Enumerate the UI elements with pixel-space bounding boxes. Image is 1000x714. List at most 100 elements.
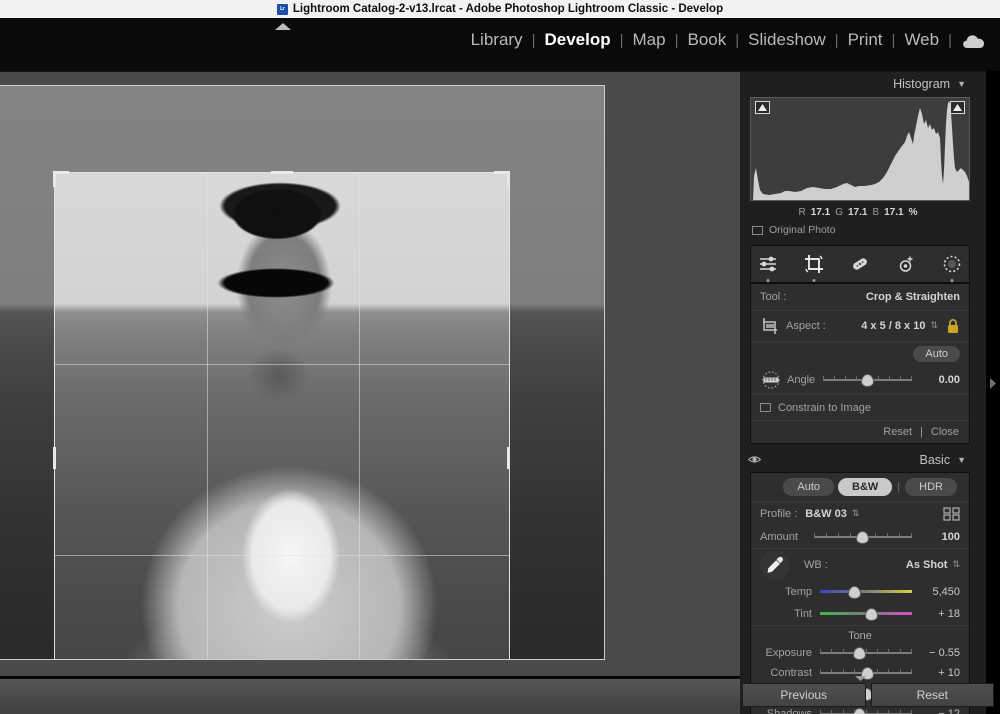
tint-slider-knob[interactable]	[865, 608, 879, 621]
window-title: Lightroom Catalog-2-v13.lrcat - Adobe Ph…	[292, 3, 724, 15]
angle-label: Angle	[787, 374, 816, 386]
histogram-graph[interactable]	[750, 97, 970, 201]
image-canvas-area[interactable]	[0, 71, 740, 676]
exposure-slider[interactable]	[820, 647, 912, 660]
temp-slider-knob[interactable]	[847, 586, 861, 599]
masking-icon[interactable]	[941, 253, 963, 282]
lightroom-app-icon: Lr	[276, 3, 288, 15]
aspect-label: Aspect :	[786, 320, 826, 332]
previous-button[interactable]: Previous	[742, 683, 866, 707]
chevron-down-icon[interactable]: ▼	[957, 79, 966, 89]
mode-auto-button[interactable]: Auto	[783, 478, 835, 496]
tool-value[interactable]: Crop & Straighten	[866, 291, 960, 303]
exposure-value: − 0.55	[929, 647, 960, 659]
reset-button[interactable]: Reset	[870, 683, 994, 707]
tool-strip	[750, 245, 970, 283]
crop-handle-right-middle[interactable]	[507, 447, 510, 469]
tint-slider[interactable]	[820, 608, 912, 621]
angle-value: 0.00	[938, 374, 960, 386]
profile-stepper-icon[interactable]: ⇅	[852, 509, 860, 518]
healing-brush-icon[interactable]	[849, 253, 871, 275]
aspect-stepper-icon[interactable]: ⇅	[930, 321, 938, 330]
contrast-slider[interactable]	[820, 667, 912, 680]
shadow-clipping-triangle[interactable]	[755, 101, 770, 114]
crop-handle-left-middle[interactable]	[53, 447, 56, 469]
crop-reset-button[interactable]: Reset	[883, 426, 912, 438]
rgb-b-label: B	[872, 206, 880, 218]
constrain-row[interactable]: Constrain to Image	[751, 395, 969, 420]
rgb-unit: %	[908, 206, 918, 218]
amount-row: Amount 100	[751, 526, 969, 548]
crop-close-button[interactable]: Close	[931, 426, 959, 438]
temp-label: Temp	[785, 586, 812, 598]
right-panel: Histogram ▼ R 17.1 G 17.1 B 17.1 % Origi…	[740, 71, 1000, 714]
rgb-b-value: 17.1	[884, 206, 904, 218]
shadows-value: − 12	[938, 708, 960, 714]
module-slideshow[interactable]: Slideshow	[739, 30, 835, 50]
angle-slider-knob[interactable]	[861, 374, 875, 387]
lock-closed-icon[interactable]	[946, 318, 960, 334]
original-photo-checkbox[interactable]	[752, 225, 763, 235]
crop-handle-top-left[interactable]	[53, 171, 56, 187]
basic-panel-title: Basic	[919, 453, 951, 467]
mode-hdr-button[interactable]: HDR	[905, 478, 957, 496]
shadows-slider[interactable]	[820, 708, 912, 714]
straighten-ruler-icon[interactable]	[760, 371, 782, 389]
profile-label: Profile :	[760, 508, 798, 520]
tool-active-dot	[812, 279, 816, 282]
exposure-slider-knob[interactable]	[853, 647, 867, 660]
rgb-r-label: R	[798, 206, 806, 218]
aspect-value[interactable]: 4 x 5 / 8 x 10	[861, 320, 925, 332]
crop-frame-icon[interactable]	[760, 317, 780, 335]
mode-bw-button[interactable]: B&W	[838, 478, 893, 496]
panel-visibility-eye-icon[interactable]	[747, 454, 762, 465]
exposure-row: Exposure − 0.55	[751, 643, 969, 663]
basic-panel-header[interactable]: Basic ▼	[742, 448, 974, 472]
shadows-label: Shadows	[766, 708, 812, 714]
edit-sliders-icon[interactable]	[757, 253, 779, 282]
angle-row: Angle 0.00	[751, 366, 969, 394]
shadows-slider-ticks	[820, 710, 912, 714]
crop-handle-top-center[interactable]	[271, 171, 293, 174]
auto-row: Auto	[751, 342, 969, 366]
bottom-toolbar[interactable]	[0, 677, 740, 714]
amount-slider-knob[interactable]	[855, 531, 869, 544]
angle-slider[interactable]	[823, 374, 912, 387]
histogram-title: Histogram	[893, 77, 951, 91]
tool-row: Tool : Crop & Straighten	[751, 284, 969, 310]
white-balance-eyedropper-icon[interactable]	[760, 550, 790, 580]
original-photo-toggle[interactable]: Original Photo	[752, 224, 966, 236]
profile-grid-icon[interactable]	[943, 507, 960, 521]
module-library[interactable]: Library	[462, 30, 532, 50]
title-bar: Lr Lightroom Catalog-2-v13.lrcat - Adobe…	[0, 0, 1000, 18]
auto-straighten-button[interactable]: Auto	[913, 346, 960, 362]
profile-value[interactable]: B&W 03	[805, 508, 847, 520]
module-web[interactable]: Web	[895, 30, 948, 50]
histogram-panel-header[interactable]: Histogram ▼	[742, 72, 974, 96]
module-book[interactable]: Book	[679, 30, 736, 50]
module-develop[interactable]: Develop	[535, 30, 619, 50]
shadows-slider-knob[interactable]	[853, 708, 867, 714]
temp-slider[interactable]	[820, 586, 912, 599]
tool-active-dot	[766, 279, 770, 282]
module-print[interactable]: Print	[839, 30, 892, 50]
tint-label: Tint	[794, 608, 812, 620]
temp-row: Temp 5,450	[751, 581, 969, 603]
module-map[interactable]: Map	[624, 30, 675, 50]
cloud-sync-icon[interactable]	[962, 32, 986, 49]
constrain-to-image-label: Constrain to Image	[778, 401, 871, 414]
tool-label: Tool :	[760, 291, 787, 303]
chevron-down-icon[interactable]: ▼	[957, 455, 966, 465]
right-gutter	[986, 71, 1000, 714]
wb-value[interactable]: As Shot	[906, 559, 948, 571]
top-panel-collapse-arrow[interactable]	[275, 23, 291, 30]
crop-handle-top-right[interactable]	[507, 171, 510, 187]
highlight-clipping-triangle[interactable]	[950, 101, 965, 114]
crop-footer: Reset | Close	[751, 421, 969, 443]
photo-image	[0, 86, 604, 659]
crop-overlay-icon[interactable]	[803, 253, 825, 282]
amount-slider[interactable]	[814, 531, 912, 544]
red-eye-icon[interactable]	[895, 253, 917, 275]
wb-stepper-icon[interactable]: ⇅	[952, 560, 960, 569]
constrain-to-image-checkbox[interactable]	[760, 403, 771, 412]
